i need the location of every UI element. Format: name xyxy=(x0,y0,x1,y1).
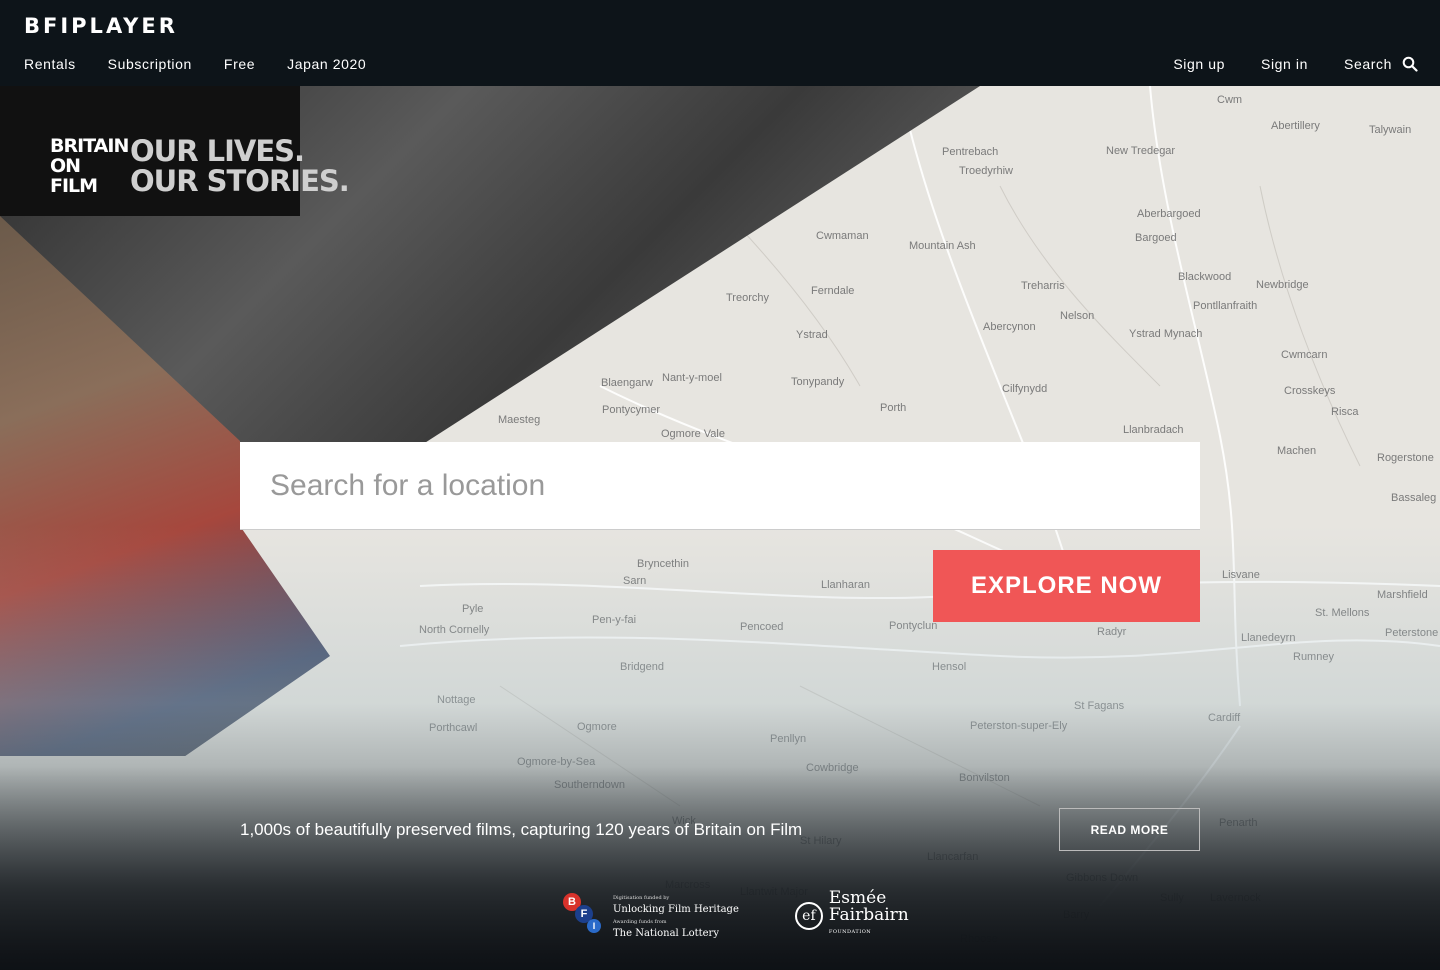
nav-rentals[interactable]: Rentals xyxy=(24,56,76,72)
map-place-label: Machen xyxy=(1277,445,1317,457)
map-place-label: Llanbradach xyxy=(1123,424,1184,436)
map-place-label: Tonypandy xyxy=(791,376,845,388)
map-place-label: Talywain xyxy=(1369,124,1412,136)
bof-tagline-line-2: OUR STORIES. xyxy=(130,164,350,198)
bfi-heritage-logo[interactable]: B F I Digitisation funded by Unlocking F… xyxy=(563,892,739,940)
search-nav-label: Search xyxy=(1344,56,1392,72)
esmee-fairbairn-logo[interactable]: ef Esmée Fairbairn FOUNDATION xyxy=(794,890,909,941)
heritage-lottery-text: Digitisation funded by Unlocking Film He… xyxy=(613,892,739,940)
map-place-label: Maesteg xyxy=(498,414,541,426)
map-place-label: Newbridge xyxy=(1256,279,1309,291)
account-nav: Sign up Sign in Search xyxy=(1173,56,1418,72)
read-more-button[interactable]: READ MORE xyxy=(1059,808,1200,851)
bfi-circles-icon: B F I xyxy=(563,892,607,939)
lottery-small-text: Awarding funds from xyxy=(613,918,667,925)
hero-section: Cwm Abertillery Talywain New Tredegar Pentre… xyxy=(0,86,1440,970)
map-place-label: New Tredegar xyxy=(1106,145,1176,157)
bof-tagline-line-1: OUR LIVES. xyxy=(130,134,305,168)
ef-name: Esmée Fairbairn FOUNDATION xyxy=(829,890,909,941)
map-place-label: Abercynon xyxy=(983,321,1036,333)
map-place-label: Cwmcarn xyxy=(1281,349,1328,361)
bof-mark-line-2: ON xyxy=(50,155,81,177)
map-place-label: Treharris xyxy=(1021,280,1065,292)
map-place-label: Crosskeys xyxy=(1284,385,1336,397)
map-place-label: Blaengarw xyxy=(601,377,653,389)
nav-free[interactable]: Free xyxy=(224,56,255,72)
sign-in-link[interactable]: Sign in xyxy=(1261,56,1308,72)
map-place-label: Bargoed xyxy=(1135,232,1177,244)
location-search-input[interactable] xyxy=(240,442,1200,529)
primary-nav: Rentals Subscription Free Japan 2020 xyxy=(24,56,366,72)
sign-up-link[interactable]: Sign up xyxy=(1173,56,1225,72)
bfi-letter-i: I xyxy=(587,918,601,933)
britain-on-film-mark: BRITAIN ON FILM xyxy=(50,135,129,197)
map-place-label: Ogmore Vale xyxy=(661,428,725,440)
map-place-label: Risca xyxy=(1331,406,1359,418)
map-place-label: Ystrad xyxy=(796,329,828,341)
map-place-label: Cilfynydd xyxy=(1002,383,1048,395)
location-search-box xyxy=(240,442,1200,530)
map-place-label: Cwm xyxy=(1217,94,1243,106)
map-place-label: Blackwood xyxy=(1178,271,1232,283)
ef-name-line-2: Fairbairn xyxy=(828,905,909,925)
bof-mark-line-1: BRITAIN xyxy=(50,135,129,157)
bof-mark-line-3: FILM xyxy=(50,175,98,197)
map-place-label: Mountain Ash xyxy=(909,240,976,252)
search-nav-button[interactable]: Search xyxy=(1344,56,1418,72)
nav-japan-2020[interactable]: Japan 2020 xyxy=(287,56,366,72)
britain-on-film-tagline: OUR LIVES. OUR STORIES. xyxy=(130,134,350,198)
map-place-label: Ystrad Mynach xyxy=(1129,328,1203,340)
map-place-label: Troedyrhiw xyxy=(959,165,1013,177)
map-place-label: Porth xyxy=(880,402,907,414)
britain-on-film-logo: BRITAIN ON FILM OUR LIVES. OUR STORIES. xyxy=(50,134,350,198)
map-place-label: Rogerstone xyxy=(1377,452,1434,464)
map-place-label: Cwmaman xyxy=(816,230,869,242)
map-place-label: Bassaleg xyxy=(1391,492,1437,504)
explore-now-button[interactable]: EXPLORE NOW xyxy=(933,550,1200,622)
lottery-main-text: The National Lottery xyxy=(613,927,719,939)
heritage-main-text: Unlocking Film Heritage xyxy=(613,903,739,915)
ef-foundation-text: FOUNDATION xyxy=(828,929,872,935)
search-icon xyxy=(1402,56,1418,72)
ef-circle-icon: ef xyxy=(794,901,823,930)
nav-subscription[interactable]: Subscription xyxy=(108,56,192,72)
map-place-label: Nant-y-moel xyxy=(662,372,722,384)
bfi-player-logo[interactable]: BFIPLAYER xyxy=(24,14,178,38)
map-place-label: Nelson xyxy=(1060,310,1095,322)
funders-logos: B F I Digitisation funded by Unlocking F… xyxy=(563,890,909,941)
map-place-label: Pentrebach xyxy=(942,146,999,158)
map-place-label: Aberbargoed xyxy=(1137,208,1201,220)
hero-tagline: 1,000s of beautifully preserved films, c… xyxy=(240,820,803,839)
map-place-label: Pontycymer xyxy=(602,404,661,416)
map-place-label: Ferndale xyxy=(811,285,855,297)
map-place-label: Treorchy xyxy=(726,292,769,304)
site-header: BFIPLAYER Rentals Subscription Free Japa… xyxy=(0,0,1440,86)
heritage-small-text: Digitisation funded by xyxy=(613,894,670,901)
map-place-label: Pontllanfraith xyxy=(1193,300,1258,312)
map-place-label: Abertillery xyxy=(1271,120,1320,132)
